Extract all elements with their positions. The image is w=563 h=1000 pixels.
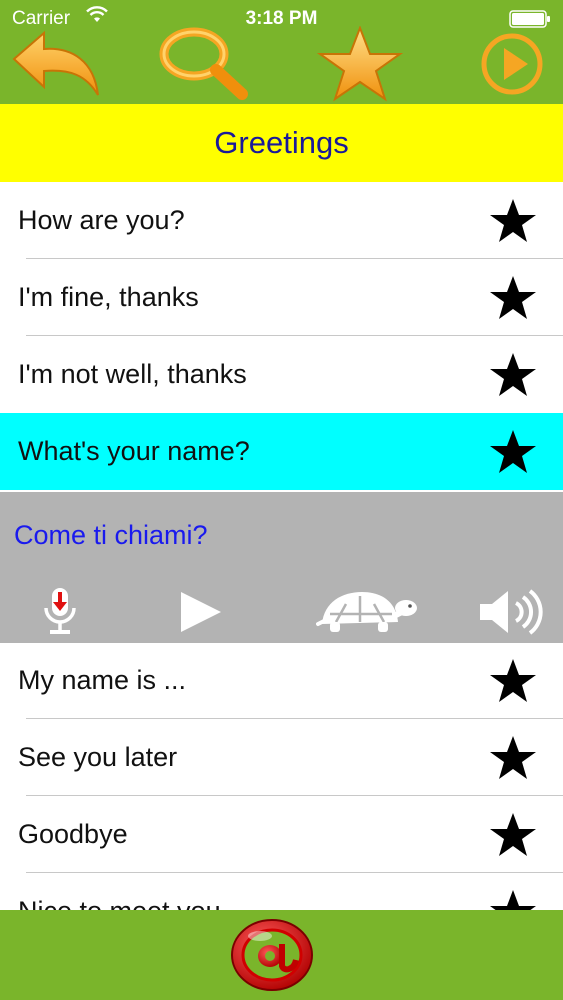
speaker-button[interactable]: [474, 586, 548, 638]
speaker-icon: [480, 589, 543, 635]
phrase-label: I'm fine, thanks: [18, 282, 199, 312]
turtle-slow-icon: [316, 592, 417, 632]
phrase-label: I'm not well, thanks: [18, 359, 247, 389]
star-icon[interactable]: [489, 428, 537, 476]
star-icon[interactable]: [489, 351, 537, 399]
phrase-label: What's your name?: [18, 436, 250, 466]
favorites-button[interactable]: [312, 26, 408, 102]
list-item-selected[interactable]: What's your name?: [0, 413, 563, 490]
list-item[interactable]: My name is ...: [0, 642, 563, 719]
star-icon[interactable]: [489, 197, 537, 245]
play-circle-icon: [481, 33, 543, 95]
translation-text: Come ti chiami?: [14, 520, 208, 550]
star-icon: [316, 26, 404, 102]
magnifier-icon: [159, 27, 248, 100]
star-icon[interactable]: [489, 811, 537, 859]
star-icon[interactable]: [489, 888, 537, 910]
star-icon[interactable]: [489, 274, 537, 322]
list-item[interactable]: I'm not well, thanks: [0, 336, 563, 413]
phrase-label: My name is ...: [18, 665, 187, 695]
list-item[interactable]: I'm fine, thanks: [0, 259, 563, 336]
phrase-label: See you later: [18, 742, 178, 772]
list-item[interactable]: Goodbye: [0, 796, 563, 873]
play-translation-button[interactable]: [172, 586, 228, 638]
back-arrow-icon: [12, 30, 99, 96]
top-toolbar: Carrier 3:18 PM: [0, 0, 563, 104]
search-button[interactable]: [156, 26, 256, 102]
star-icon[interactable]: [489, 657, 537, 705]
play-all-button[interactable]: [472, 26, 552, 102]
app-screen: Carrier 3:18 PM Greetings How are you? I…: [0, 0, 563, 1000]
list-item[interactable]: How are you?: [0, 182, 563, 259]
play-icon: [181, 592, 221, 632]
phrase-label: How are you?: [18, 205, 185, 235]
contact-button[interactable]: [228, 916, 316, 994]
phrase-label: Nice to meet you: [18, 873, 221, 910]
phrase-label: Goodbye: [18, 819, 128, 849]
list-item[interactable]: See you later: [0, 719, 563, 796]
record-button[interactable]: [34, 586, 86, 638]
microphone-icon: [44, 588, 76, 634]
at-sign-icon: [231, 919, 313, 991]
back-button[interactable]: [8, 26, 104, 102]
bottom-toolbar: [0, 910, 563, 1000]
slow-play-button[interactable]: [314, 586, 420, 638]
translation-panel: Come ti chiami?: [0, 492, 563, 643]
star-icon[interactable]: [489, 734, 537, 782]
list-item[interactable]: Nice to meet you: [0, 873, 563, 910]
phrase-list[interactable]: How are you? I'm fine, thanks I'm not we…: [0, 182, 563, 910]
category-title-band: Greetings: [0, 104, 563, 182]
page-title: Greetings: [214, 125, 349, 160]
